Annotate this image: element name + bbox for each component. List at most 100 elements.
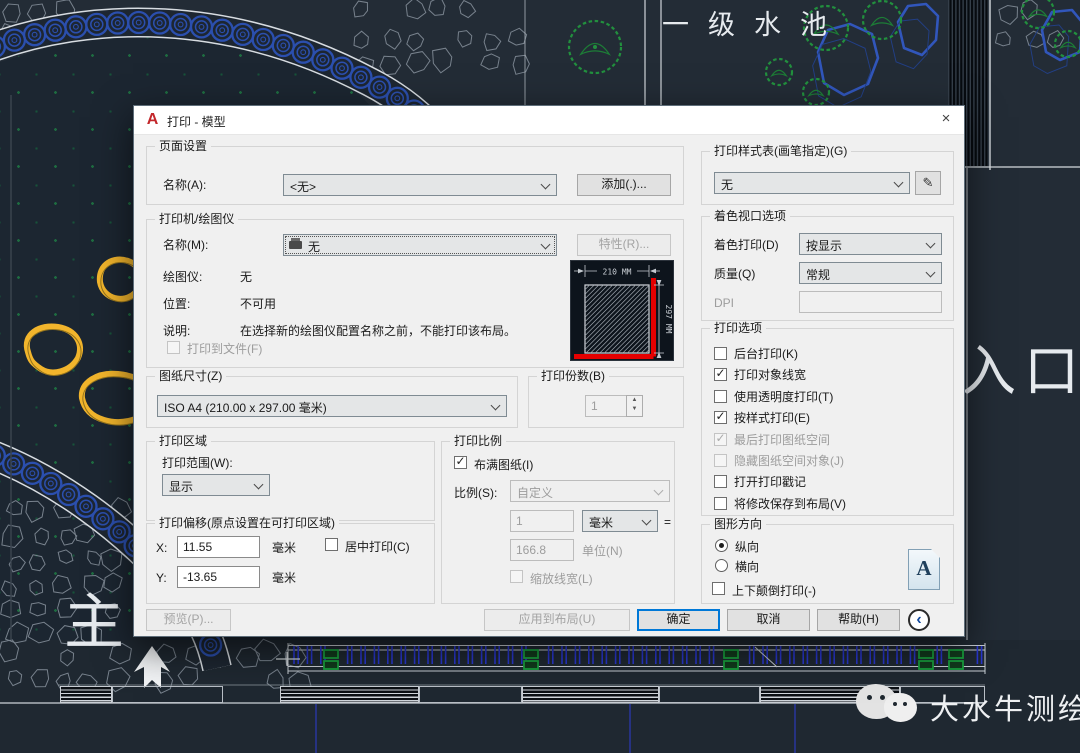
group-caption: 图纸尺寸(Z) xyxy=(155,369,226,384)
apply-to-layout-button: 应用到布局(U) xyxy=(484,609,630,631)
shade-plot-label: 着色打印(D) xyxy=(714,238,779,252)
plot-style-combo[interactable]: 无 xyxy=(714,172,910,194)
print-option-checkbox[interactable] xyxy=(714,368,727,381)
wall-hatch xyxy=(522,686,659,703)
cancel-button[interactable]: 取消 xyxy=(727,609,810,631)
plot-scale-group: 打印比例 布满图纸(I) 比例(S): 自定义 1 毫米 = 166.8 单位(… xyxy=(441,441,675,604)
print-option-checkbox[interactable] xyxy=(714,411,727,424)
page-setup-group: 页面设置 名称(A): <无> 添加(.)... xyxy=(146,146,684,205)
print-option-checkbox xyxy=(714,433,727,446)
plot-to-file-checkbox xyxy=(167,341,180,354)
preview-button: 预览(P)... xyxy=(146,609,231,631)
chevron-down-icon xyxy=(491,401,501,411)
watermark-text: 大水牛测绘 xyxy=(930,686,1080,728)
combo-value: 按显示 xyxy=(806,237,923,254)
paper-preview: 210 MM297 MM xyxy=(570,260,674,361)
landscape-radio[interactable] xyxy=(715,559,728,572)
combo-value: 自定义 xyxy=(517,484,651,501)
paper-size-combo[interactable]: ISO A4 (210.00 x 297.00 毫米) xyxy=(157,395,507,417)
entrance-text-label: 入口 xyxy=(961,326,1080,406)
ok-button[interactable]: 确定 xyxy=(637,609,720,631)
scale-unit-combo[interactable]: 毫米 xyxy=(582,510,658,532)
print-option-checkbox[interactable] xyxy=(714,347,727,360)
wall-outline xyxy=(419,686,522,703)
chevron-down-icon xyxy=(541,240,551,250)
group-caption: 打印份数(B) xyxy=(537,369,609,384)
printer-name-label: 名称(M): xyxy=(163,238,208,252)
location-value: 不可用 xyxy=(240,297,276,311)
chevron-down-icon xyxy=(894,178,904,188)
offset-x-unit: 毫米 xyxy=(272,541,296,555)
print-option-label: 隐藏图纸空间对象(J) xyxy=(734,454,844,468)
print-option-checkbox[interactable] xyxy=(714,497,727,510)
collapse-options-button[interactable]: ‹ xyxy=(908,609,930,631)
combo-value: ISO A4 (210.00 x 297.00 毫米) xyxy=(164,399,488,416)
copies-input: 1 xyxy=(585,395,627,417)
center-plot-checkbox[interactable] xyxy=(325,538,338,551)
cad-viewport: { "window": {"app_letter":"A","title":"打… xyxy=(0,0,1080,753)
shade-plot-combo[interactable]: 按显示 xyxy=(799,233,942,255)
add-page-setup-button[interactable]: 添加(.)... xyxy=(577,174,671,196)
edit-plot-style-button[interactable]: ✎ xyxy=(915,171,941,195)
svg-text:297 MM: 297 MM xyxy=(664,305,673,334)
combo-value: 无 xyxy=(308,238,538,255)
print-option-label: 打开打印戳记 xyxy=(734,475,806,489)
print-option-checkbox[interactable] xyxy=(714,475,727,488)
paper-orientation-icon: A xyxy=(908,549,940,590)
group-caption: 图形方向 xyxy=(710,517,766,532)
offset-y-input[interactable]: -13.65 xyxy=(177,566,260,588)
quality-label: 质量(Q) xyxy=(714,267,755,281)
landscape-label: 横向 xyxy=(735,560,759,574)
plot-range-combo[interactable]: 显示 xyxy=(162,474,270,496)
offset-y-unit: 毫米 xyxy=(272,571,296,585)
chevron-down-icon xyxy=(541,180,551,190)
print-option-label: 将修改保存到布局(V) xyxy=(734,497,846,511)
combo-value: 常规 xyxy=(806,266,923,283)
plotter-label: 绘图仪: xyxy=(163,270,202,284)
print-option-label: 按样式打印(E) xyxy=(734,411,810,425)
group-caption: 打印比例 xyxy=(450,434,506,449)
orientation-group: 图形方向 纵向 横向 上下颠倒打印(-) A xyxy=(701,524,954,604)
wall-hatch xyxy=(60,686,112,703)
fit-to-paper-label: 布满图纸(I) xyxy=(474,458,533,472)
help-button[interactable]: 帮助(H) xyxy=(817,609,900,631)
description-label: 说明: xyxy=(163,324,190,338)
copies-stepper[interactable]: ▲▼ xyxy=(626,395,643,417)
dialog-titlebar[interactable]: A 打印 - 模型 × xyxy=(134,106,964,135)
dpi-input xyxy=(799,291,942,313)
plot-range-label: 打印范围(W): xyxy=(162,456,233,470)
plot-dialog: A 打印 - 模型 × 页面设置 名称(A): <无> 添加(.)... 打印机… xyxy=(133,105,965,637)
group-caption: 着色视口选项 xyxy=(710,209,790,224)
printer-name-combo[interactable]: 无 xyxy=(283,234,557,256)
copies-group: 打印份数(B) 1 ▲▼ xyxy=(528,376,684,428)
print-option-label: 后台打印(K) xyxy=(734,347,798,361)
pen-plotter-icon: ✎ xyxy=(923,175,934,190)
shaded-viewport-group: 着色视口选项 着色打印(D) 按显示 质量(Q) 常规 DPI xyxy=(701,216,954,321)
offset-x-input[interactable]: 11.55 xyxy=(177,536,260,558)
close-icon[interactable]: × xyxy=(930,106,962,133)
print-option-label: 打印对象线宽 xyxy=(734,368,806,382)
upside-down-label: 上下颠倒打印(-) xyxy=(732,584,816,598)
equals-sign: = xyxy=(664,515,671,529)
wall-hatch xyxy=(280,686,419,703)
quality-combo[interactable]: 常规 xyxy=(799,262,942,284)
page-setup-name-combo[interactable]: <无> xyxy=(283,174,557,196)
fit-to-paper-checkbox[interactable] xyxy=(454,456,467,469)
plot-style-table-group: 打印样式表(画笔指定)(G) 无 ✎ xyxy=(701,151,954,205)
autocad-logo-icon: A xyxy=(144,111,161,128)
print-option-label: 使用透明度打印(T) xyxy=(734,390,833,404)
wechat-logo-icon xyxy=(884,693,917,722)
printer-properties-button: 特性(R)... xyxy=(577,234,671,256)
center-plot-label: 居中打印(C) xyxy=(345,540,410,554)
portrait-radio[interactable] xyxy=(715,539,728,552)
print-option-checkbox[interactable] xyxy=(714,390,727,403)
plot-offset-group: 打印偏移(原点设置在可打印区域) X: 11.55 毫米 居中打印(C) Y: … xyxy=(146,523,435,604)
plot-to-file-label: 打印到文件(F) xyxy=(187,342,262,356)
dpi-label: DPI xyxy=(714,296,734,310)
upside-down-checkbox[interactable] xyxy=(712,582,725,595)
combo-value: <无> xyxy=(290,178,538,195)
scale-combo: 自定义 xyxy=(510,480,670,502)
combo-value: 无 xyxy=(721,176,891,193)
scale-units-input: 166.8 xyxy=(510,539,574,561)
chevron-down-icon xyxy=(926,239,936,249)
